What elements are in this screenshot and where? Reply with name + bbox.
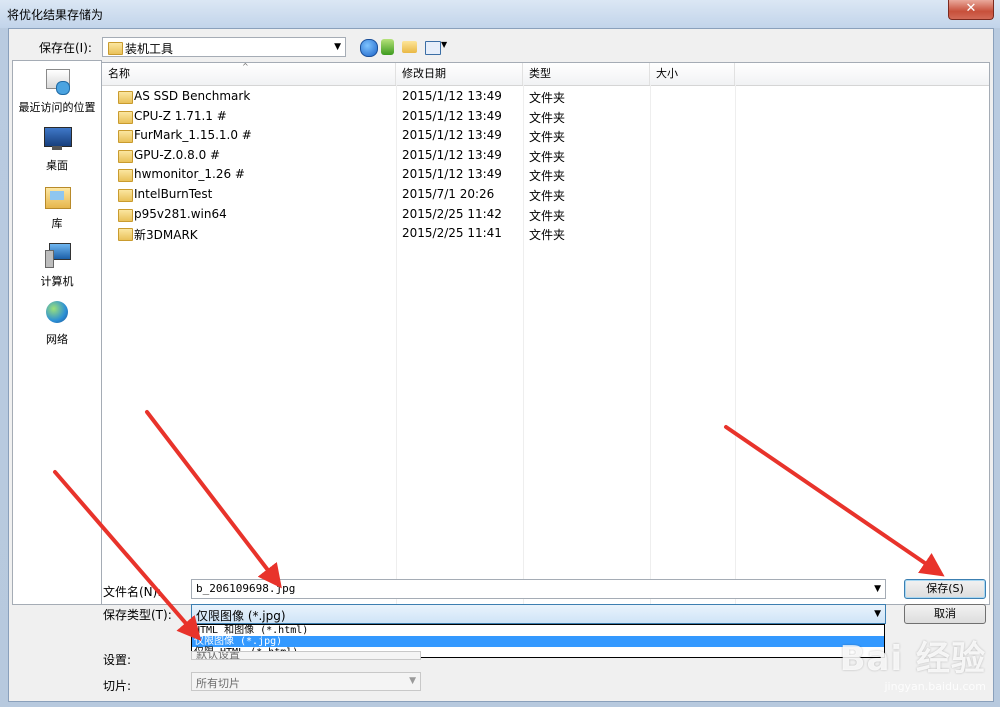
save-dialog: 将优化结果存储为 ✕ 保存在(I): 装机工具 ▼ ▼ 最近访问的位置 桌面 库…	[0, 0, 1000, 707]
annotation-arrow	[145, 410, 282, 589]
annotation-arrow	[724, 425, 945, 577]
watermark-brand: Bai 经验	[839, 639, 986, 679]
annotation-arrow	[53, 470, 202, 642]
watermark: Bai 经验 jingyan.baidu.com	[840, 631, 986, 693]
annotation-arrows	[53, 410, 945, 642]
watermark-url: jingyan.baidu.com	[884, 680, 986, 693]
